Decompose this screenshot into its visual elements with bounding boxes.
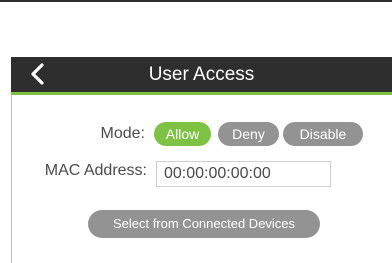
mac-address-label: MAC Address: (44, 162, 147, 179)
mode-allow-button[interactable]: Allow (154, 122, 211, 146)
page-header: User Access (11, 57, 392, 95)
mode-deny-button[interactable]: Deny (218, 122, 279, 146)
mac-address-field[interactable] (156, 161, 331, 187)
top-strip (0, 0, 392, 2)
page-title: User Access (148, 64, 255, 85)
mode-disable-button[interactable]: Disable (283, 122, 363, 146)
select-connected-devices-button[interactable]: Select from Connected Devices (88, 210, 320, 238)
mode-label: Mode: (100, 125, 145, 142)
user-access-form: Mode: Allow Deny Disable MAC Address: Se… (11, 95, 392, 263)
